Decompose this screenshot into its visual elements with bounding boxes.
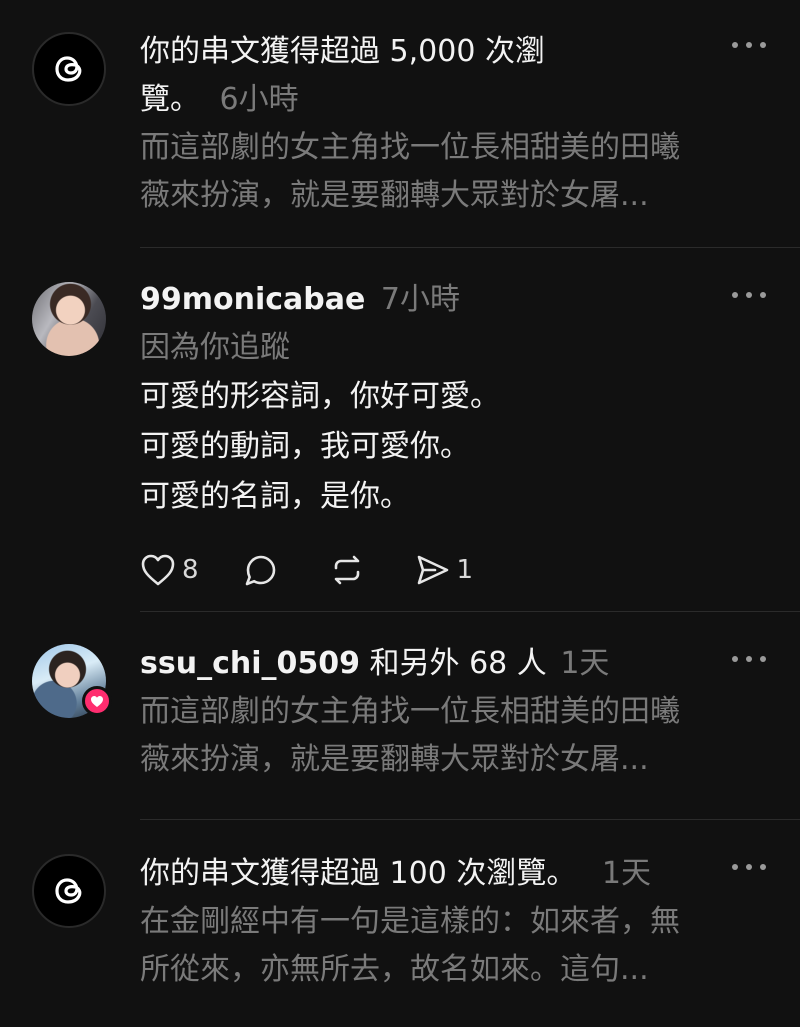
activity-feed: 你的串文獲得超過 5,000 次瀏 覽。 6小時 而這部劇的女主角找一位長相甜美…: [0, 0, 800, 1027]
threads-logo-icon: [32, 854, 106, 928]
share-count: 1: [456, 555, 474, 585]
post-body: 可愛的形容詞，你好可愛。 可愛的動詞，我可愛你。 可愛的名詞，是你。: [140, 379, 500, 514]
more-horizontal-icon: [732, 42, 738, 48]
more-options-button[interactable]: [732, 40, 766, 50]
repost-icon: [334, 555, 359, 585]
notification-headline: 你的串文獲得超過 5,000 次瀏 覽。 6小時: [140, 34, 545, 117]
more-horizontal-icon: [732, 292, 738, 298]
comment-icon: [245, 555, 275, 586]
timestamp: 1天: [601, 856, 651, 891]
username[interactable]: ssu_chi_0509: [140, 646, 360, 681]
notification-item[interactable]: 你的串文獲得超過 5,000 次瀏 覽。 6小時 而這部劇的女主角找一位長相甜美…: [0, 0, 800, 248]
heart-badge-icon: [82, 686, 112, 716]
post-preview: 在金剛經中有一句是這樣的：如來者，無 所從來，亦無所去，故名如來。這句...: [140, 904, 680, 987]
notification-item[interactable]: ssu_chi_0509 和另外 68 人 1天 而這部劇的女主角找一位長相甜美…: [0, 612, 800, 820]
share-button[interactable]: 1: [415, 552, 474, 588]
timestamp: 6小時: [219, 82, 299, 117]
more-options-button[interactable]: [732, 862, 766, 872]
timestamp: 1天: [560, 646, 610, 681]
like-button[interactable]: 8: [140, 553, 199, 587]
notification-headline: 你的串文獲得超過 100 次瀏覽。 1天: [140, 856, 651, 891]
heart-icon: [141, 554, 175, 586]
follow-reason: 因為你追蹤: [140, 330, 290, 365]
post-actions: 8 1: [140, 548, 517, 592]
post-preview: 而這部劇的女主角找一位長相甜美的田曦 薇來扮演，就是要翻轉大眾對於女屠...: [140, 130, 680, 213]
more-horizontal-icon: [732, 864, 738, 870]
notification-item[interactable]: 99monicabae 7小時 因為你追蹤 可愛的形容詞，你好可愛。 可愛的動詞…: [0, 248, 800, 612]
more-options-button[interactable]: [732, 654, 766, 664]
comment-button[interactable]: [243, 552, 279, 588]
like-count: 8: [182, 555, 199, 585]
notification-item[interactable]: 你的串文獲得超過 100 次瀏覽。 1天 在金剛經中有一句是這樣的：如來者，無 …: [0, 820, 800, 1027]
others-count: 和另外 68 人: [369, 646, 547, 681]
send-icon: [417, 555, 448, 585]
avatar[interactable]: [32, 282, 106, 356]
timestamp: 7小時: [380, 282, 460, 317]
repost-button[interactable]: [329, 552, 365, 588]
threads-logo-icon: [32, 32, 106, 106]
more-horizontal-icon: [732, 656, 738, 662]
more-options-button[interactable]: [732, 290, 766, 300]
username[interactable]: 99monicabae: [140, 282, 365, 317]
post-preview: 而這部劇的女主角找一位長相甜美的田曦 薇來扮演，就是要翻轉大眾對於女屠...: [140, 694, 680, 777]
